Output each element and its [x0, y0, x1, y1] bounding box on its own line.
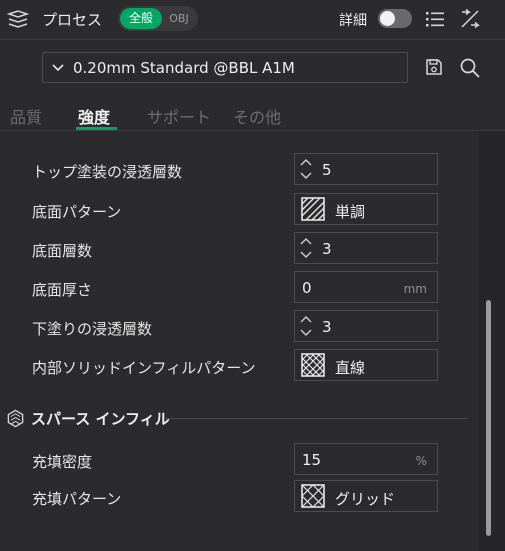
- mode-segment-control[interactable]: 全般 OBJ: [118, 6, 198, 31]
- bottom-layers-stepper[interactable]: 3: [294, 232, 438, 264]
- stepper-value: 5: [322, 161, 332, 179]
- select-value: グリッド: [335, 490, 396, 508]
- toggle-knob: [380, 11, 395, 26]
- settings-scroll-area[interactable]: トップ塗装の浸透層数 5 底面パターン 単調 底面層数 3 底面厚さ 0 mm: [0, 131, 479, 551]
- scrollbar-track: [479, 131, 505, 551]
- setting-label: 充填パターン: [32, 490, 122, 508]
- advanced-label: 詳細: [339, 13, 367, 29]
- stepper-value: 3: [322, 318, 332, 336]
- tab-quality[interactable]: 品質: [10, 104, 42, 128]
- setting-label: 底面層数: [32, 242, 93, 260]
- infill-pattern-select[interactable]: グリッド: [294, 480, 438, 512]
- bottom-density-stepper[interactable]: 3: [294, 310, 438, 342]
- setting-infill-density: 充填密度 15 %: [0, 443, 479, 477]
- spin-arrows-icon[interactable]: [299, 157, 313, 181]
- tab-support[interactable]: サポート: [147, 104, 211, 128]
- section-divider: [164, 418, 468, 419]
- internal-solid-pattern-select[interactable]: 直線: [294, 349, 438, 381]
- input-value: 0: [302, 279, 312, 297]
- unit-label: mm: [403, 282, 427, 296]
- search-icon[interactable]: [459, 57, 481, 83]
- section-title: スパース インフィル: [31, 410, 170, 428]
- select-value: 直線: [335, 359, 366, 377]
- setting-label: 底面パターン: [32, 203, 122, 221]
- setting-label: 内部ソリッドインフィルパターン: [32, 359, 256, 377]
- setting-bottom-thickness: 底面厚さ 0 mm: [0, 271, 479, 305]
- clipped-row: [0, 131, 479, 137]
- advanced-toggle[interactable]: [378, 9, 412, 28]
- setting-top-density: トップ塗装の浸透層数 5: [0, 153, 479, 187]
- setting-bottom-density: 下塗りの浸透層数 3: [0, 310, 479, 344]
- setting-internal-solid-pattern: 内部ソリッドインフィルパターン 直線: [0, 349, 479, 383]
- chevron-down-icon: [51, 61, 65, 79]
- compare-presets-icon[interactable]: [459, 8, 481, 34]
- segment-global[interactable]: 全般: [120, 8, 162, 29]
- header-divider: [0, 39, 505, 40]
- infill-hexagon-icon: [7, 409, 24, 428]
- bottom-pattern-select[interactable]: 単調: [294, 193, 438, 225]
- spin-arrows-icon[interactable]: [299, 236, 313, 260]
- tab-others[interactable]: その他: [233, 104, 281, 128]
- rectilinear-pattern-icon: [301, 353, 325, 377]
- spin-arrows-icon[interactable]: [299, 314, 313, 338]
- preset-dropdown[interactable]: 0.20mm Standard @BBL A1M: [42, 52, 408, 83]
- stepper-value: 3: [322, 240, 332, 258]
- setting-label: 底面厚さ: [32, 281, 93, 299]
- process-header: プロセス 全般 OBJ 詳細: [0, 0, 505, 39]
- setting-label: トップ塗装の浸透層数: [32, 163, 183, 181]
- layers-icon: [6, 9, 30, 33]
- infill-density-input[interactable]: 15 %: [294, 443, 438, 475]
- setting-infill-pattern: 充填パターン グリッド: [0, 480, 479, 514]
- tab-strength[interactable]: 強度: [78, 104, 110, 128]
- setting-bottom-pattern: 底面パターン 単調: [0, 193, 479, 227]
- input-value: 15: [302, 451, 322, 469]
- save-icon[interactable]: [425, 58, 443, 80]
- bottom-thickness-input[interactable]: 0 mm: [294, 271, 438, 303]
- list-icon[interactable]: [425, 10, 445, 32]
- setting-label: 充填密度: [32, 453, 93, 471]
- panel-title: プロセス: [42, 11, 103, 29]
- scrollbar-thumb[interactable]: [486, 300, 491, 536]
- segment-objects[interactable]: OBJ: [164, 8, 194, 29]
- setting-bottom-layers: 底面層数 3: [0, 232, 479, 266]
- select-value: 単調: [335, 203, 366, 221]
- top-density-stepper[interactable]: 5: [294, 153, 438, 185]
- monotonic-pattern-icon: [301, 197, 325, 221]
- section-sparse-infill: スパース インフィル: [0, 405, 479, 431]
- category-tabs: 品質 強度 サポート その他: [0, 100, 505, 130]
- unit-label: %: [415, 454, 427, 468]
- preset-name: 0.20mm Standard @BBL A1M: [73, 59, 295, 77]
- grid-pattern-icon: [301, 484, 325, 508]
- setting-label: 下塗りの浸透層数: [32, 320, 153, 338]
